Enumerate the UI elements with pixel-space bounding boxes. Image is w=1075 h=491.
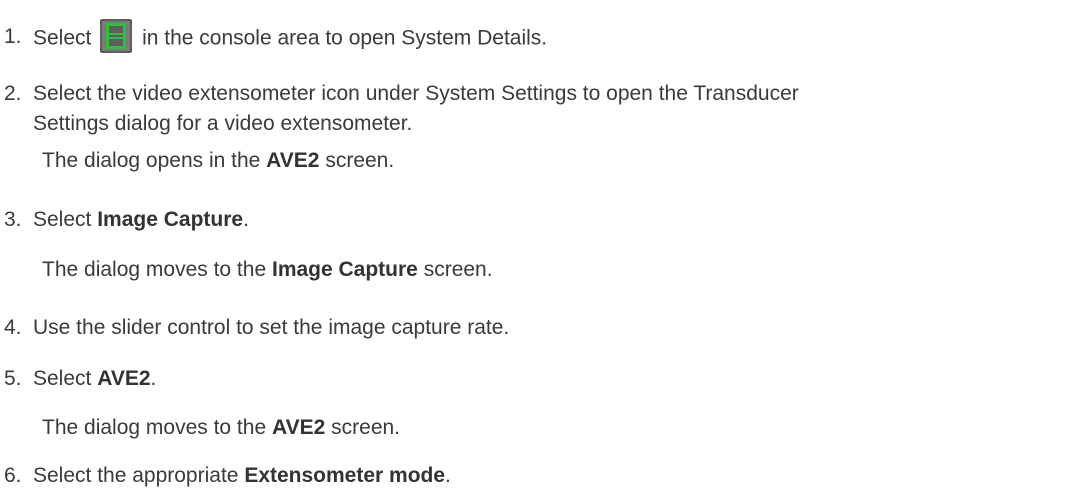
step-text-post: in the console area to open System Detai… xyxy=(142,26,548,50)
step-text-line-2: Settings dialog for a video extensometer… xyxy=(33,112,413,135)
step-text-bold: Extensometer mode xyxy=(244,464,446,487)
result-post: screen. xyxy=(423,258,493,281)
step-number: 6. xyxy=(4,464,22,487)
procedure-page: { "steps": [ {"num": "1.", "pre": "Selec… xyxy=(0,0,1075,487)
step-2-result: The dialog opens in the AVE2 screen. xyxy=(42,146,1065,176)
result-post: screen. xyxy=(325,149,395,172)
result-pre: The dialog moves to the xyxy=(42,416,267,439)
step-3-result: The dialog moves to the Image Capture sc… xyxy=(42,255,1065,285)
step-text: Select in the console area to open Syste… xyxy=(33,19,1065,56)
step-number: 4. xyxy=(4,316,22,339)
step-text-pre: Select xyxy=(33,208,92,231)
step-5-result: The dialog moves to the AVE2 screen. xyxy=(42,413,1065,443)
step-text-pre: Select xyxy=(33,26,92,50)
step-text: Select Image Capture. xyxy=(33,205,1065,235)
step-text-bold: AVE2 xyxy=(97,367,151,390)
step-text-post: . xyxy=(445,464,451,487)
step-number: 5. xyxy=(4,367,22,390)
step-text: Select AVE2. xyxy=(33,364,1065,394)
step-number: 1. xyxy=(4,25,22,48)
step-text: Select the appropriate Extensometer mode… xyxy=(33,461,1065,491)
step-number: 2. xyxy=(4,82,22,105)
step-text-post: . xyxy=(243,208,249,231)
result-bold: AVE2 xyxy=(271,416,326,439)
step-text-pre: Select the appropriate xyxy=(33,464,239,487)
step-text-pre: Select xyxy=(33,367,92,390)
system-details-icon xyxy=(100,19,133,53)
result-post: screen. xyxy=(331,416,401,439)
step-text: Use the slider control to set the image … xyxy=(33,316,510,339)
result-pre: The dialog opens in the xyxy=(42,149,261,172)
step-text-post: . xyxy=(150,367,157,390)
step-text: Select the video extensometer icon under… xyxy=(33,79,1065,139)
result-bold: AVE2 xyxy=(266,149,320,172)
result-pre: The dialog moves to the xyxy=(42,258,267,281)
result-bold: Image Capture xyxy=(271,258,418,281)
step-number: 3. xyxy=(4,208,22,231)
step-text-line-1: Select the video extensometer icon under… xyxy=(33,82,799,105)
step-text-bold: Image Capture xyxy=(97,208,244,231)
